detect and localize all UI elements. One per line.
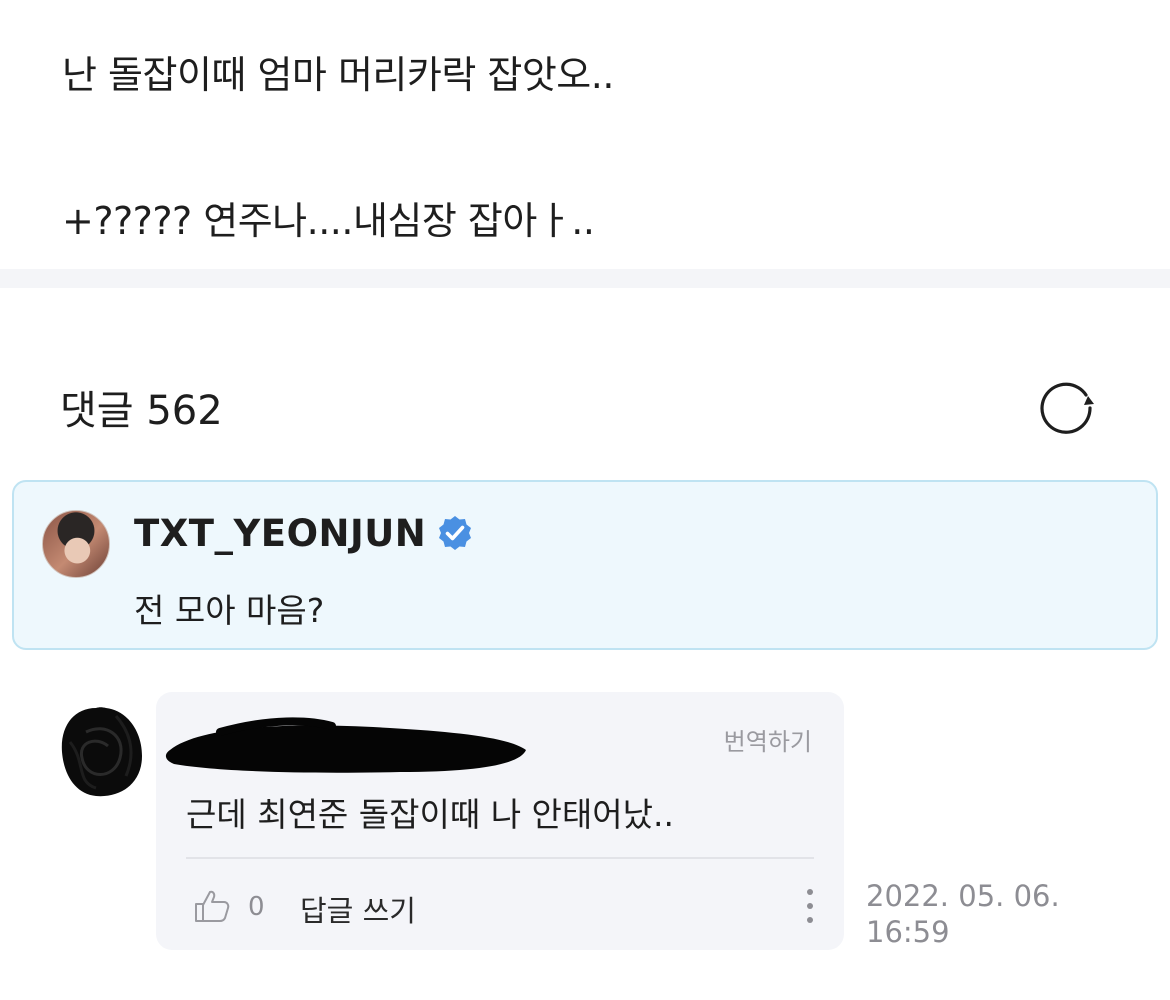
timestamp-date: 2022. 05. 06. (866, 879, 1060, 913)
post-text-line-1: 난 돌잡이때 엄마 머리카락 잡앗오.. (62, 53, 614, 97)
reply-divider (186, 857, 814, 859)
section-divider (0, 269, 1170, 288)
translate-button[interactable]: 번역하기 (724, 722, 812, 757)
write-reply-button[interactable]: 답글 쓰기 (300, 888, 416, 930)
reply-comment-text: 근데 최연준 돌잡이때 나 안태어났.. (186, 795, 674, 834)
reply-comment-card: 번역하기 근데 최연준 돌잡이때 나 안태어났.. 0 답글 쓰기 (156, 692, 844, 950)
user-avatar[interactable] (56, 702, 146, 800)
reply-timestamp: 2022. 05. 06. 16:59 (866, 878, 1060, 950)
thumbs-up-icon[interactable] (192, 886, 232, 926)
refresh-icon[interactable] (1038, 374, 1098, 434)
comments-count-title: 댓글 562 (60, 388, 223, 434)
artist-comment-text: 전 모아 마음? (134, 591, 325, 630)
artist-avatar[interactable] (42, 510, 110, 578)
verified-badge-icon (436, 514, 474, 552)
artist-comment-card: TXT_YEONJUN 전 모아 마음? (12, 480, 1158, 650)
artist-name[interactable]: TXT_YEONJUN (134, 512, 426, 555)
post-text-line-2: +????? 연주나....내심장 잡아ㅏ.. (62, 199, 595, 243)
redacted-username (160, 706, 532, 776)
like-count: 0 (248, 892, 265, 922)
more-options-icon[interactable] (800, 886, 820, 926)
timestamp-time: 16:59 (866, 915, 950, 949)
